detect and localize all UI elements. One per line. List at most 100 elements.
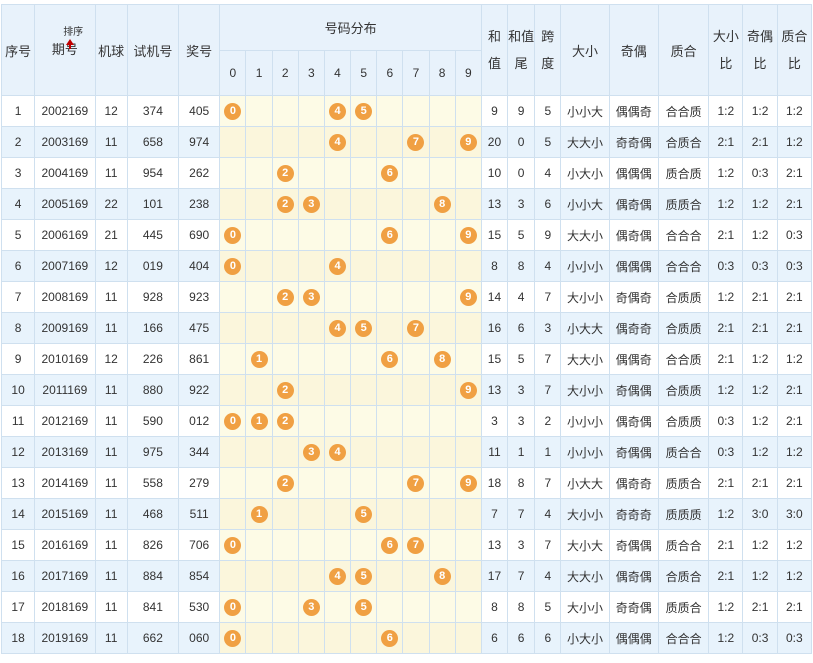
cell-prime: 合质合 [657,560,710,592]
dist-cell-9: 9 [454,374,482,406]
cell-test: 445 [126,219,180,251]
cell-size-ratio: 1:2 [708,622,744,654]
header-digit-8: 8 [428,50,456,96]
header-number-distribution: 号码分布 [219,4,482,51]
dist-cell-4 [323,374,352,406]
dist-cell-4: 4 [323,436,352,468]
cell-prime: 质质质 [657,498,710,530]
sort-control[interactable]: 排序 [63,27,83,49]
dist-cell-7 [402,250,430,282]
dist-cell-7 [402,188,430,220]
dist-cell-4: 4 [323,250,352,282]
cell-prime: 质质合 [657,188,710,220]
cell-tail: 0 [507,126,536,158]
cell-parity-ratio: 2:1 [742,467,778,499]
cell-sum: 13 [480,374,509,406]
dist-cell-2 [271,529,299,561]
cell-prize: 262 [178,157,221,189]
dist-cell-5: 5 [350,95,378,127]
header-prime: 质合 [657,4,710,96]
cell-span: 3 [534,312,562,344]
dist-cell-1 [245,591,273,623]
dist-cell-5 [350,219,378,251]
cell-size-ratio: 2:1 [708,529,744,561]
cell-seq: 13 [0,467,36,499]
cell-parity: 偶偶奇 [608,343,659,375]
dist-cell-7: 7 [402,529,430,561]
dist-cell-3 [297,157,325,189]
dist-cell-5: 5 [350,498,378,530]
header-machine: 机球 [94,4,128,96]
dist-cell-1 [245,529,273,561]
cell-size: 小小大 [560,188,610,220]
dist-cell-1 [245,126,273,158]
cell-prime-ratio: 1:2 [776,343,813,375]
dist-cell-4 [323,591,352,623]
cell-period: 2003169 [34,126,96,158]
ball-marker: 3 [302,288,320,306]
cell-prize: 238 [178,188,221,220]
cell-size: 大大小 [560,126,610,158]
cell-prime: 合合合 [657,622,710,654]
table-row: 18 2019169 11 662 060 0 6 6 6 6 小大小 偶偶偶 合合合 1:2 0:3 0:3 [0,622,813,654]
table-row: 14 2015169 11 468 511 1 5 7 7 4 大小小 奇奇奇 质质质 1:2 3:0 3:0 [0,498,813,530]
header-period[interactable]: 期号 排序 [34,4,96,96]
cell-span: 1 [534,436,562,468]
ball-marker: 6 [381,164,399,182]
header-digit-0: 0 [219,50,247,96]
dist-cell-9: 9 [454,281,482,313]
dist-cell-2: 2 [271,188,299,220]
cell-parity: 偶偶偶 [608,157,659,189]
cell-size-ratio: 1:2 [708,95,744,127]
cell-prize: 060 [178,622,221,654]
dist-cell-2: 2 [271,467,299,499]
cell-period: 2017169 [34,560,96,592]
dist-cell-0: 0 [219,405,247,437]
cell-parity: 偶奇偶 [608,219,659,251]
dist-cell-1: 1 [245,343,273,375]
cell-sum: 8 [480,250,509,282]
ball-marker: 3 [302,443,320,461]
cell-prime: 合质质 [657,312,710,344]
cell-period: 2005169 [34,188,96,220]
cell-period: 2010169 [34,343,96,375]
dist-cell-5 [350,343,378,375]
cell-seq: 14 [0,498,36,530]
dist-cell-9 [454,312,482,344]
cell-sum: 7 [480,498,509,530]
ball-marker: 7 [407,474,425,492]
cell-span: 5 [534,95,562,127]
dist-cell-4: 4 [323,560,352,592]
cell-test: 884 [126,560,180,592]
dist-cell-9: 9 [454,126,482,158]
cell-size-ratio: 2:1 [708,467,744,499]
header-prime-ratio: 质合比 [776,4,813,96]
cell-tail: 8 [507,591,536,623]
cell-test: 880 [126,374,180,406]
ball-marker: 0 [224,102,242,120]
dist-cell-3 [297,622,325,654]
cell-prime-ratio: 0:3 [776,622,813,654]
cell-parity-ratio: 1:2 [742,343,778,375]
dist-cell-0 [219,467,247,499]
cell-machine: 11 [94,467,128,499]
dist-cell-4: 4 [323,126,352,158]
ball-marker: 2 [276,195,294,213]
cell-seq: 11 [0,405,36,437]
cell-size: 大大小 [560,219,610,251]
cell-test: 975 [126,436,180,468]
cell-tail: 3 [507,188,536,220]
cell-parity-ratio: 2:1 [742,312,778,344]
ball-marker: 0 [224,257,242,275]
cell-period: 2016169 [34,529,96,561]
cell-sum: 10 [480,157,509,189]
dist-cell-2 [271,126,299,158]
ball-marker: 7 [407,536,425,554]
cell-prime-ratio: 2:1 [776,591,813,623]
cell-size: 小大大 [560,312,610,344]
cell-machine: 12 [94,95,128,127]
cell-sum: 3 [480,405,509,437]
dist-cell-7: 7 [402,312,430,344]
cell-parity: 偶奇奇 [608,467,659,499]
cell-period: 2013169 [34,436,96,468]
